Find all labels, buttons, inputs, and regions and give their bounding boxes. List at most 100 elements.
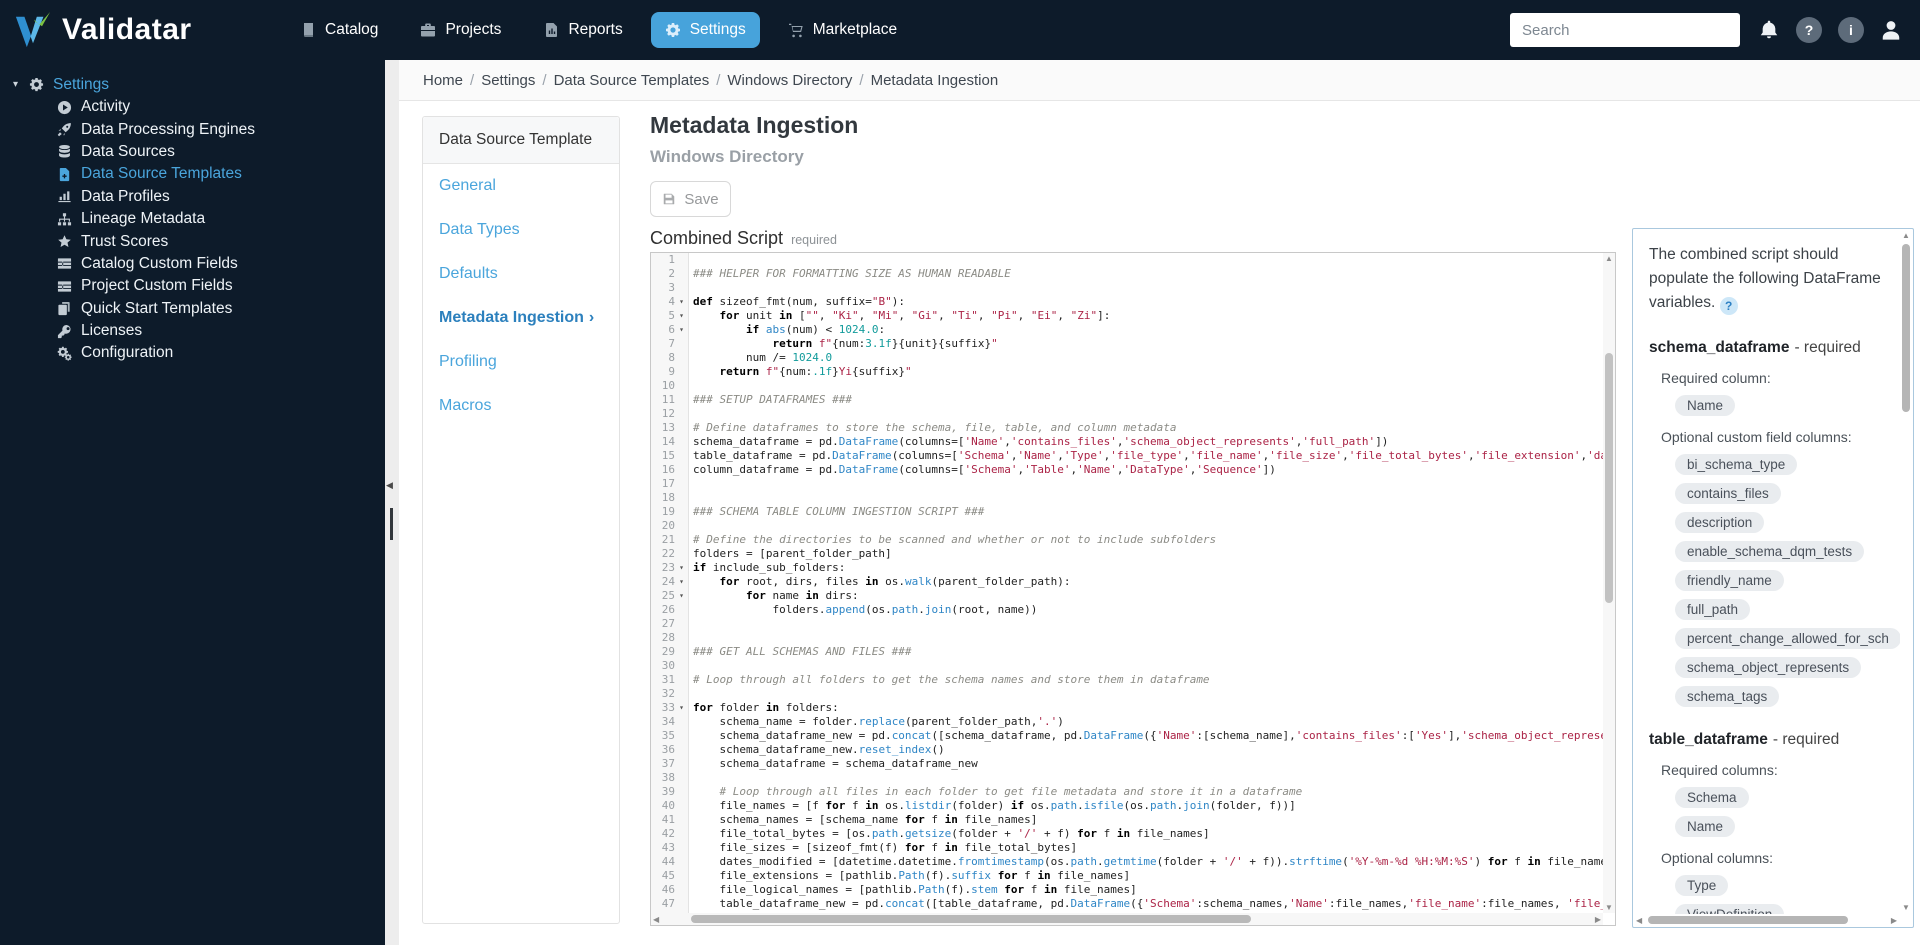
scroll-left-icon[interactable]: ◀	[1636, 916, 1642, 925]
panel-horizontal-scrollbar[interactable]: ◀ ▶	[1634, 914, 1899, 926]
code-line[interactable]: 17	[651, 477, 1615, 491]
nav-item-settings[interactable]: Settings	[650, 12, 760, 48]
code-area[interactable]: 1 2 ### HELPER FOR FORMATTING SIZE AS HUMA…	[651, 253, 1615, 925]
code-line[interactable]: 4 ▾ def sizeof_fmt(num, suffix="B"):	[651, 295, 1615, 309]
user-icon[interactable]	[1880, 19, 1902, 41]
code-line[interactable]: 34 schema_name = folder.replace(parent_f…	[651, 715, 1615, 729]
save-button[interactable]: Save	[650, 181, 731, 217]
editor-horizontal-scrollbar[interactable]: ◀ ▶	[651, 913, 1603, 925]
code-line[interactable]: 47 table_dataframe_new = pd.concat([tabl…	[651, 897, 1615, 911]
code-line[interactable]: 37 schema_dataframe = schema_dataframe_n…	[651, 757, 1615, 771]
code-line[interactable]: 46 file_logical_names = [pathlib.Path(f)…	[651, 883, 1615, 897]
code-line[interactable]: 5 ▾ for unit in ["", "Ki", "Mi", "Gi", "T…	[651, 309, 1615, 323]
code-line[interactable]: 33 ▾ for folder in folders:	[651, 701, 1615, 715]
caret-down-icon[interactable]: ▾	[13, 79, 29, 90]
sidebar-item-lineage-metadata[interactable]: Lineage Metadata	[0, 208, 385, 230]
fold-arrow-icon[interactable]: ▾	[675, 295, 689, 309]
code-editor[interactable]: 1 2 ### HELPER FOR FORMATTING SIZE AS HUMA…	[650, 252, 1616, 926]
breadcrumb-link-settings[interactable]: Settings	[481, 72, 535, 89]
collapse-left-icon[interactable]: ◀	[386, 480, 393, 491]
sidebar-resize-handle[interactable]	[390, 508, 393, 540]
code-line[interactable]: 30	[651, 659, 1615, 673]
subnav-item-macros[interactable]: Macros	[423, 384, 619, 428]
code-line[interactable]: 41 schema_names = [schema_name for f in …	[651, 813, 1615, 827]
subnav-item-general[interactable]: General	[423, 164, 619, 208]
sidebar-item-quick-start-templates[interactable]: Quick Start Templates	[0, 298, 385, 320]
bell-icon[interactable]	[1758, 19, 1780, 41]
code-line[interactable]: 40 file_names = [f for f in os.listdir(f…	[651, 799, 1615, 813]
breadcrumb-link-data-source-templates[interactable]: Data Source Templates	[554, 72, 710, 89]
code-line[interactable]: 21 # Define the directories to be scanned…	[651, 533, 1615, 547]
code-line[interactable]: 25 ▾ for name in dirs:	[651, 589, 1615, 603]
horizontal-scroll-thumb[interactable]	[691, 915, 1251, 923]
code-line[interactable]: 11 ### SETUP DATAFRAMES ###	[651, 393, 1615, 407]
code-line[interactable]: 45 file_extensions = [pathlib.Path(f).su…	[651, 869, 1615, 883]
sidebar-item-data-sources[interactable]: Data Sources	[0, 141, 385, 163]
brand-logo[interactable]: Validatar	[0, 10, 264, 50]
code-line[interactable]: 6 ▾ if abs(num) < 1024.0:	[651, 323, 1615, 337]
subnav-item-data-types[interactable]: Data Types	[423, 208, 619, 252]
nav-item-reports[interactable]: Reports	[529, 12, 636, 48]
sidebar-item-activity[interactable]: Activity	[0, 96, 385, 118]
code-line[interactable]: 19 ### SCHEMA TABLE COLUMN INGESTION SCRI…	[651, 505, 1615, 519]
code-line[interactable]: 10	[651, 379, 1615, 393]
fold-arrow-icon[interactable]: ▾	[675, 701, 689, 715]
scroll-down-icon[interactable]: ▼	[1605, 903, 1613, 912]
help-icon[interactable]: ?	[1719, 297, 1738, 316]
code-line[interactable]: 26 folders.append(os.path.join(root, nam…	[651, 603, 1615, 617]
code-line[interactable]: 1	[651, 253, 1615, 267]
nav-item-marketplace[interactable]: Marketplace	[774, 12, 911, 48]
code-line[interactable]: 29 ### GET ALL SCHEMAS AND FILES ###	[651, 645, 1615, 659]
help-icon[interactable]: ?	[1796, 17, 1822, 43]
code-line[interactable]: 9 return f"{num:.1f}Yi{suffix}"	[651, 365, 1615, 379]
code-line[interactable]: 8 num /= 1024.0	[651, 351, 1615, 365]
scroll-right-icon[interactable]: ▶	[1595, 915, 1601, 924]
code-line[interactable]: 36 schema_dataframe_new.reset_index()	[651, 743, 1615, 757]
code-line[interactable]: 12	[651, 407, 1615, 421]
search-input[interactable]	[1510, 13, 1740, 47]
code-line[interactable]: 2 ### HELPER FOR FORMATTING SIZE AS HUMAN…	[651, 267, 1615, 281]
fold-arrow-icon[interactable]: ▾	[675, 323, 689, 337]
code-line[interactable]: 13 # Define dataframes to store the schem…	[651, 421, 1615, 435]
vertical-scroll-thumb[interactable]	[1605, 353, 1613, 603]
code-line[interactable]: 38	[651, 771, 1615, 785]
editor-vertical-scrollbar[interactable]: ▲ ▼	[1603, 253, 1615, 913]
sidebar-item-project-custom-fields[interactable]: Project Custom Fields	[0, 275, 385, 297]
sidebar-root-settings[interactable]: ▾ Settings	[0, 73, 385, 96]
code-line[interactable]: 28	[651, 631, 1615, 645]
subnav-item-profiling[interactable]: Profiling	[423, 340, 619, 384]
sidebar-item-data-processing-engines[interactable]: Data Processing Engines	[0, 118, 385, 140]
sidebar-item-data-profiles[interactable]: Data Profiles	[0, 186, 385, 208]
nav-item-projects[interactable]: Projects	[406, 12, 515, 48]
fold-arrow-icon[interactable]: ▾	[675, 575, 689, 589]
breadcrumb-link-windows-directory[interactable]: Windows Directory	[727, 72, 852, 89]
panel-vertical-scrollbar[interactable]: ▲ ▼	[1900, 230, 1912, 913]
scroll-up-icon[interactable]: ▲	[1902, 231, 1910, 240]
code-line[interactable]: 15 table_dataframe = pd.DataFrame(columns…	[651, 449, 1615, 463]
fold-arrow-icon[interactable]: ▾	[675, 561, 689, 575]
code-line[interactable]: 22 folders = [parent_folder_path]	[651, 547, 1615, 561]
code-line[interactable]: 27	[651, 617, 1615, 631]
subnav-item-defaults[interactable]: Defaults	[423, 252, 619, 296]
code-line[interactable]: 7 return f"{num:3.1f}{unit}{suffix}"	[651, 337, 1615, 351]
code-line[interactable]: 14 schema_dataframe = pd.DataFrame(column…	[651, 435, 1615, 449]
code-line[interactable]: 35 schema_dataframe_new = pd.concat([sch…	[651, 729, 1615, 743]
code-line[interactable]: 23 ▾ if include_sub_folders:	[651, 561, 1615, 575]
horizontal-scroll-thumb[interactable]	[1648, 916, 1848, 924]
code-line[interactable]: 20	[651, 519, 1615, 533]
sidebar-item-trust-scores[interactable]: Trust Scores	[0, 230, 385, 252]
code-line[interactable]: 44 dates_modified = [datetime.datetime.f…	[651, 855, 1615, 869]
scroll-right-icon[interactable]: ▶	[1891, 916, 1897, 925]
sidebar-item-catalog-custom-fields[interactable]: Catalog Custom Fields	[0, 253, 385, 275]
sidebar-item-data-source-templates[interactable]: Data Source Templates	[0, 163, 385, 185]
scroll-left-icon[interactable]: ◀	[653, 915, 659, 924]
sidebar-item-licenses[interactable]: Licenses	[0, 320, 385, 342]
code-line[interactable]: 16 column_dataframe = pd.DataFrame(column…	[651, 463, 1615, 477]
nav-item-catalog[interactable]: Catalog	[286, 12, 392, 48]
vertical-scroll-thumb[interactable]	[1902, 244, 1910, 412]
code-line[interactable]: 32	[651, 687, 1615, 701]
breadcrumb-link-home[interactable]: Home	[423, 72, 463, 89]
info-icon[interactable]: i	[1838, 17, 1864, 43]
code-line[interactable]: 42 file_total_bytes = [os.path.getsize(f…	[651, 827, 1615, 841]
code-line[interactable]: 39 # Loop through all files in each fold…	[651, 785, 1615, 799]
